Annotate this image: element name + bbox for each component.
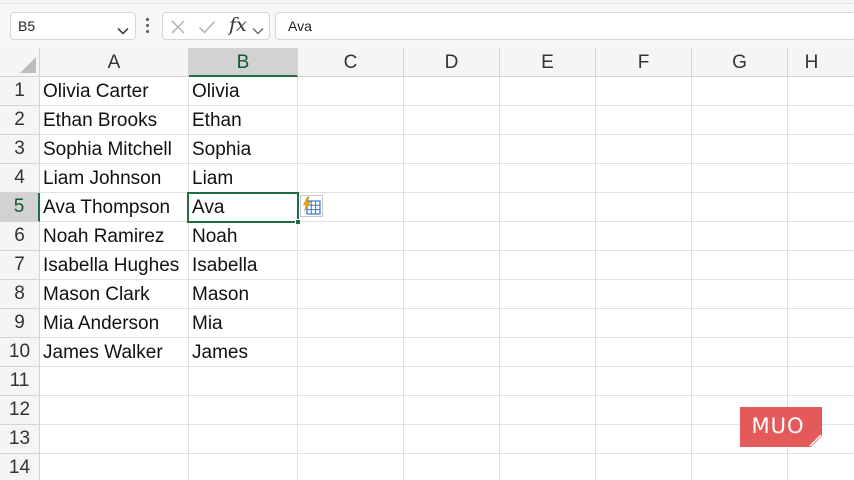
flash-fill-icon bbox=[303, 196, 321, 215]
cell-a3[interactable]: Sophia Mitchell bbox=[40, 135, 172, 164]
fx-icon[interactable]: fx bbox=[229, 14, 247, 36]
cell-b3[interactable]: Sophia bbox=[189, 135, 251, 164]
row-header-10[interactable]: 10 bbox=[0, 338, 40, 367]
select-all-button[interactable] bbox=[0, 48, 40, 77]
row-header-2[interactable]: 2 bbox=[0, 106, 40, 135]
column-header-g[interactable]: G bbox=[692, 48, 788, 77]
column-header-b[interactable]: B bbox=[189, 48, 298, 77]
row-header-3[interactable]: 3 bbox=[0, 135, 40, 164]
column-header-f[interactable]: F bbox=[596, 48, 692, 77]
cell-a6[interactable]: Noah Ramirez bbox=[40, 222, 164, 251]
name-box-value: B5 bbox=[18, 18, 36, 34]
formula-buttons: fx bbox=[162, 12, 270, 40]
column-header-h[interactable]: H bbox=[788, 48, 854, 77]
muo-watermark: MUO bbox=[740, 407, 822, 447]
cell-a2[interactable]: Ethan Brooks bbox=[40, 106, 157, 135]
cell-b2[interactable]: Ethan bbox=[189, 106, 242, 135]
cell-a9[interactable]: Mia Anderson bbox=[40, 309, 159, 338]
cell-a4[interactable]: Liam Johnson bbox=[40, 164, 161, 193]
formula-value: Ava bbox=[288, 18, 312, 34]
formula-bar: B5 fx Ava bbox=[0, 4, 854, 48]
row-header-11[interactable]: 11 bbox=[0, 367, 40, 396]
cell-a10[interactable]: James Walker bbox=[40, 338, 163, 367]
row-header-5[interactable]: 5 bbox=[0, 193, 40, 222]
column-header-a[interactable]: A bbox=[40, 48, 189, 77]
row-header-6[interactable]: 6 bbox=[0, 222, 40, 251]
cell-a7[interactable]: Isabella Hughes bbox=[40, 251, 179, 280]
fill-handle[interactable] bbox=[295, 219, 301, 225]
row-header-12[interactable]: 12 bbox=[0, 396, 40, 425]
cell-b10[interactable]: James bbox=[189, 338, 248, 367]
row-header-14[interactable]: 14 bbox=[0, 454, 40, 480]
close-icon[interactable] bbox=[170, 19, 186, 40]
name-box[interactable]: B5 bbox=[10, 12, 136, 40]
cell-b4[interactable]: Liam bbox=[189, 164, 233, 193]
formula-input[interactable]: Ava bbox=[275, 12, 854, 40]
column-header-c[interactable]: C bbox=[298, 48, 404, 77]
column-header-d[interactable]: D bbox=[404, 48, 500, 77]
row-header-8[interactable]: 8 bbox=[0, 280, 40, 309]
chevron-down-icon[interactable] bbox=[252, 22, 264, 40]
check-icon[interactable] bbox=[198, 19, 216, 40]
cell-a1[interactable]: Olivia Carter bbox=[40, 77, 149, 106]
flash-fill-options-button[interactable] bbox=[300, 195, 323, 217]
watermark-text: MUO bbox=[751, 414, 805, 438]
row-header-9[interactable]: 9 bbox=[0, 309, 40, 338]
more-options-icon[interactable] bbox=[146, 18, 150, 34]
spreadsheet-grid: A B C D E F G H 1 2 3 4 5 6 7 8 9 10 11 … bbox=[0, 48, 854, 480]
row-header-7[interactable]: 7 bbox=[0, 251, 40, 280]
active-cell-border bbox=[187, 192, 299, 223]
row-header-13[interactable]: 13 bbox=[0, 425, 40, 454]
row-header-1[interactable]: 1 bbox=[0, 77, 40, 106]
select-all-triangle-icon bbox=[20, 57, 36, 73]
cell-b6[interactable]: Noah bbox=[189, 222, 237, 251]
cell-b1[interactable]: Olivia bbox=[189, 77, 240, 106]
cell-b9[interactable]: Mia bbox=[189, 309, 223, 338]
column-header-e[interactable]: E bbox=[500, 48, 596, 77]
chevron-down-icon[interactable] bbox=[117, 22, 129, 40]
cell-a8[interactable]: Mason Clark bbox=[40, 280, 150, 309]
row-header-4[interactable]: 4 bbox=[0, 164, 40, 193]
cell-a5[interactable]: Ava Thompson bbox=[40, 193, 170, 222]
cell-b7[interactable]: Isabella bbox=[189, 251, 258, 280]
cell-b8[interactable]: Mason bbox=[189, 280, 249, 309]
